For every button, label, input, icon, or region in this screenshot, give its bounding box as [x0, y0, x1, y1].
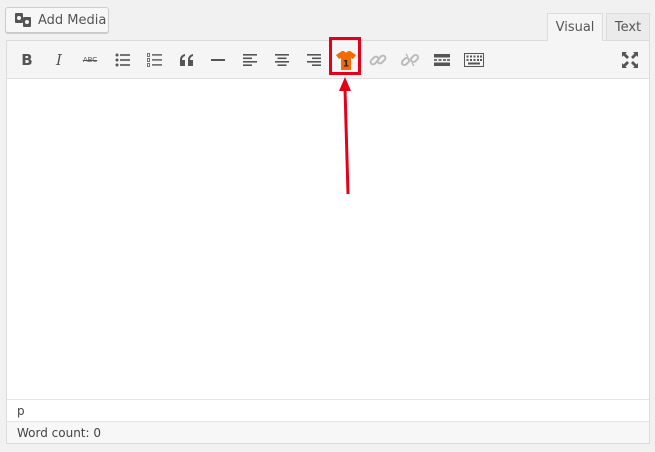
align-left-button[interactable] — [237, 47, 263, 73]
bullet-list-button[interactable] — [110, 47, 136, 73]
tab-visual-label: Visual — [555, 20, 595, 35]
italic-button[interactable]: I — [46, 47, 72, 73]
align-right-button[interactable] — [301, 47, 327, 73]
word-count-label: Word count: 0 — [17, 426, 102, 440]
italic-icon: I — [56, 51, 62, 69]
horizontal-line-icon — [211, 59, 225, 61]
align-right-icon — [307, 54, 321, 66]
toolbar-toggle-button[interactable] — [461, 47, 487, 73]
numbered-list-button[interactable] — [142, 47, 168, 73]
tshirt-number-label: 1 — [343, 59, 349, 69]
align-left-icon — [243, 54, 257, 66]
read-more-button[interactable] — [429, 47, 455, 73]
toolbar-toggle-icon — [464, 53, 484, 67]
bold-button[interactable]: B — [14, 47, 40, 73]
tab-text-label: Text — [614, 19, 642, 35]
numbered-list-icon — [147, 53, 162, 67]
editor-content-area[interactable] — [7, 79, 649, 399]
read-more-icon — [434, 54, 450, 66]
tab-visual[interactable]: Visual — [547, 13, 603, 41]
strikethrough-icon: ABC — [82, 56, 98, 64]
tshirt-number-button[interactable]: 1 — [333, 47, 359, 73]
unlink-icon — [401, 53, 419, 67]
align-center-button[interactable] — [269, 47, 295, 73]
tab-text[interactable]: Text — [606, 13, 650, 40]
word-count-bar: Word count: 0 — [7, 421, 649, 443]
add-media-label: Add Media — [38, 12, 107, 28]
strikethrough-button[interactable]: ABC — [77, 47, 103, 73]
horizontal-line-button[interactable] — [205, 47, 231, 73]
element-path-label: p — [17, 404, 25, 418]
align-center-icon — [275, 54, 289, 66]
link-icon — [369, 54, 387, 66]
blockquote-icon — [180, 54, 193, 66]
editor: B I ABC 1 p Word count: 0 — [6, 40, 650, 444]
bullet-list-icon — [115, 53, 130, 67]
element-path[interactable]: p — [7, 399, 649, 421]
editor-toolbar: B I ABC 1 — [7, 41, 649, 79]
bold-icon: B — [21, 51, 33, 69]
tshirt-number-icon: 1 — [336, 50, 356, 70]
media-icon — [14, 11, 32, 29]
link-button[interactable] — [365, 47, 391, 73]
fullscreen-icon — [622, 52, 638, 68]
fullscreen-button[interactable] — [617, 47, 643, 73]
blockquote-button[interactable] — [174, 47, 200, 73]
unlink-button[interactable] — [397, 47, 423, 73]
add-media-button[interactable]: Add Media — [5, 7, 109, 33]
